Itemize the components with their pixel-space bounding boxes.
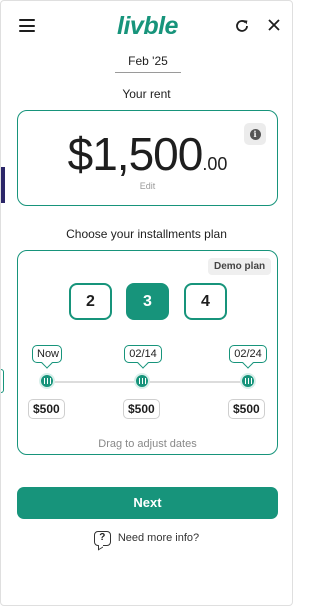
plan-option-4[interactable]: 4 bbox=[184, 283, 227, 320]
more-info-label: Need more info? bbox=[117, 532, 200, 544]
rent-amount-cents: .00 bbox=[202, 154, 228, 174]
installment-amount: $500 bbox=[228, 399, 265, 419]
date-drag-handle[interactable] bbox=[39, 373, 55, 389]
rent-amount[interactable]: $1,500.00 bbox=[18, 127, 277, 181]
installments-plan-card: Demo plan 2 3 4 Now 02/14 02/24 $500 $50… bbox=[17, 250, 278, 455]
rent-amount-main: $1,500 bbox=[67, 128, 204, 180]
demo-plan-badge: Demo plan bbox=[208, 258, 272, 275]
top-bar: livble bbox=[1, 1, 294, 51]
next-button[interactable]: Next bbox=[17, 487, 278, 519]
rent-label: Your rent bbox=[122, 87, 171, 101]
close-icon[interactable] bbox=[266, 17, 282, 33]
drag-hint: Drag to adjust dates bbox=[98, 438, 197, 450]
app-window: livble Feb '25 Your rent i $1,500.00 Edi… bbox=[0, 0, 293, 606]
livble-logo: livble bbox=[117, 12, 178, 40]
installment-date-label: 02/14 bbox=[124, 345, 162, 369]
installment-amount: $500 bbox=[123, 399, 160, 419]
edit-rent-link[interactable]: Edit bbox=[18, 181, 277, 191]
question-chat-icon: ? bbox=[93, 530, 111, 546]
plan-option-2[interactable]: 2 bbox=[69, 283, 112, 320]
rent-card: i $1,500.00 Edit bbox=[17, 110, 278, 206]
plan-option-3[interactable]: 3 bbox=[126, 283, 169, 320]
date-drag-handle[interactable] bbox=[134, 373, 150, 389]
month-tab[interactable]: Feb '25 bbox=[115, 51, 181, 73]
background-edge-outline bbox=[1, 369, 4, 393]
refresh-icon[interactable] bbox=[234, 18, 250, 34]
background-edge-accent bbox=[1, 167, 5, 203]
date-drag-handle[interactable] bbox=[240, 373, 256, 389]
installment-date-label: 02/24 bbox=[229, 345, 267, 369]
installment-amount: $500 bbox=[28, 399, 65, 419]
installments-plan-label: Choose your installments plan bbox=[66, 227, 227, 241]
installment-date-label: Now bbox=[32, 345, 62, 369]
more-info-link[interactable]: ? Need more info? bbox=[1, 529, 292, 547]
